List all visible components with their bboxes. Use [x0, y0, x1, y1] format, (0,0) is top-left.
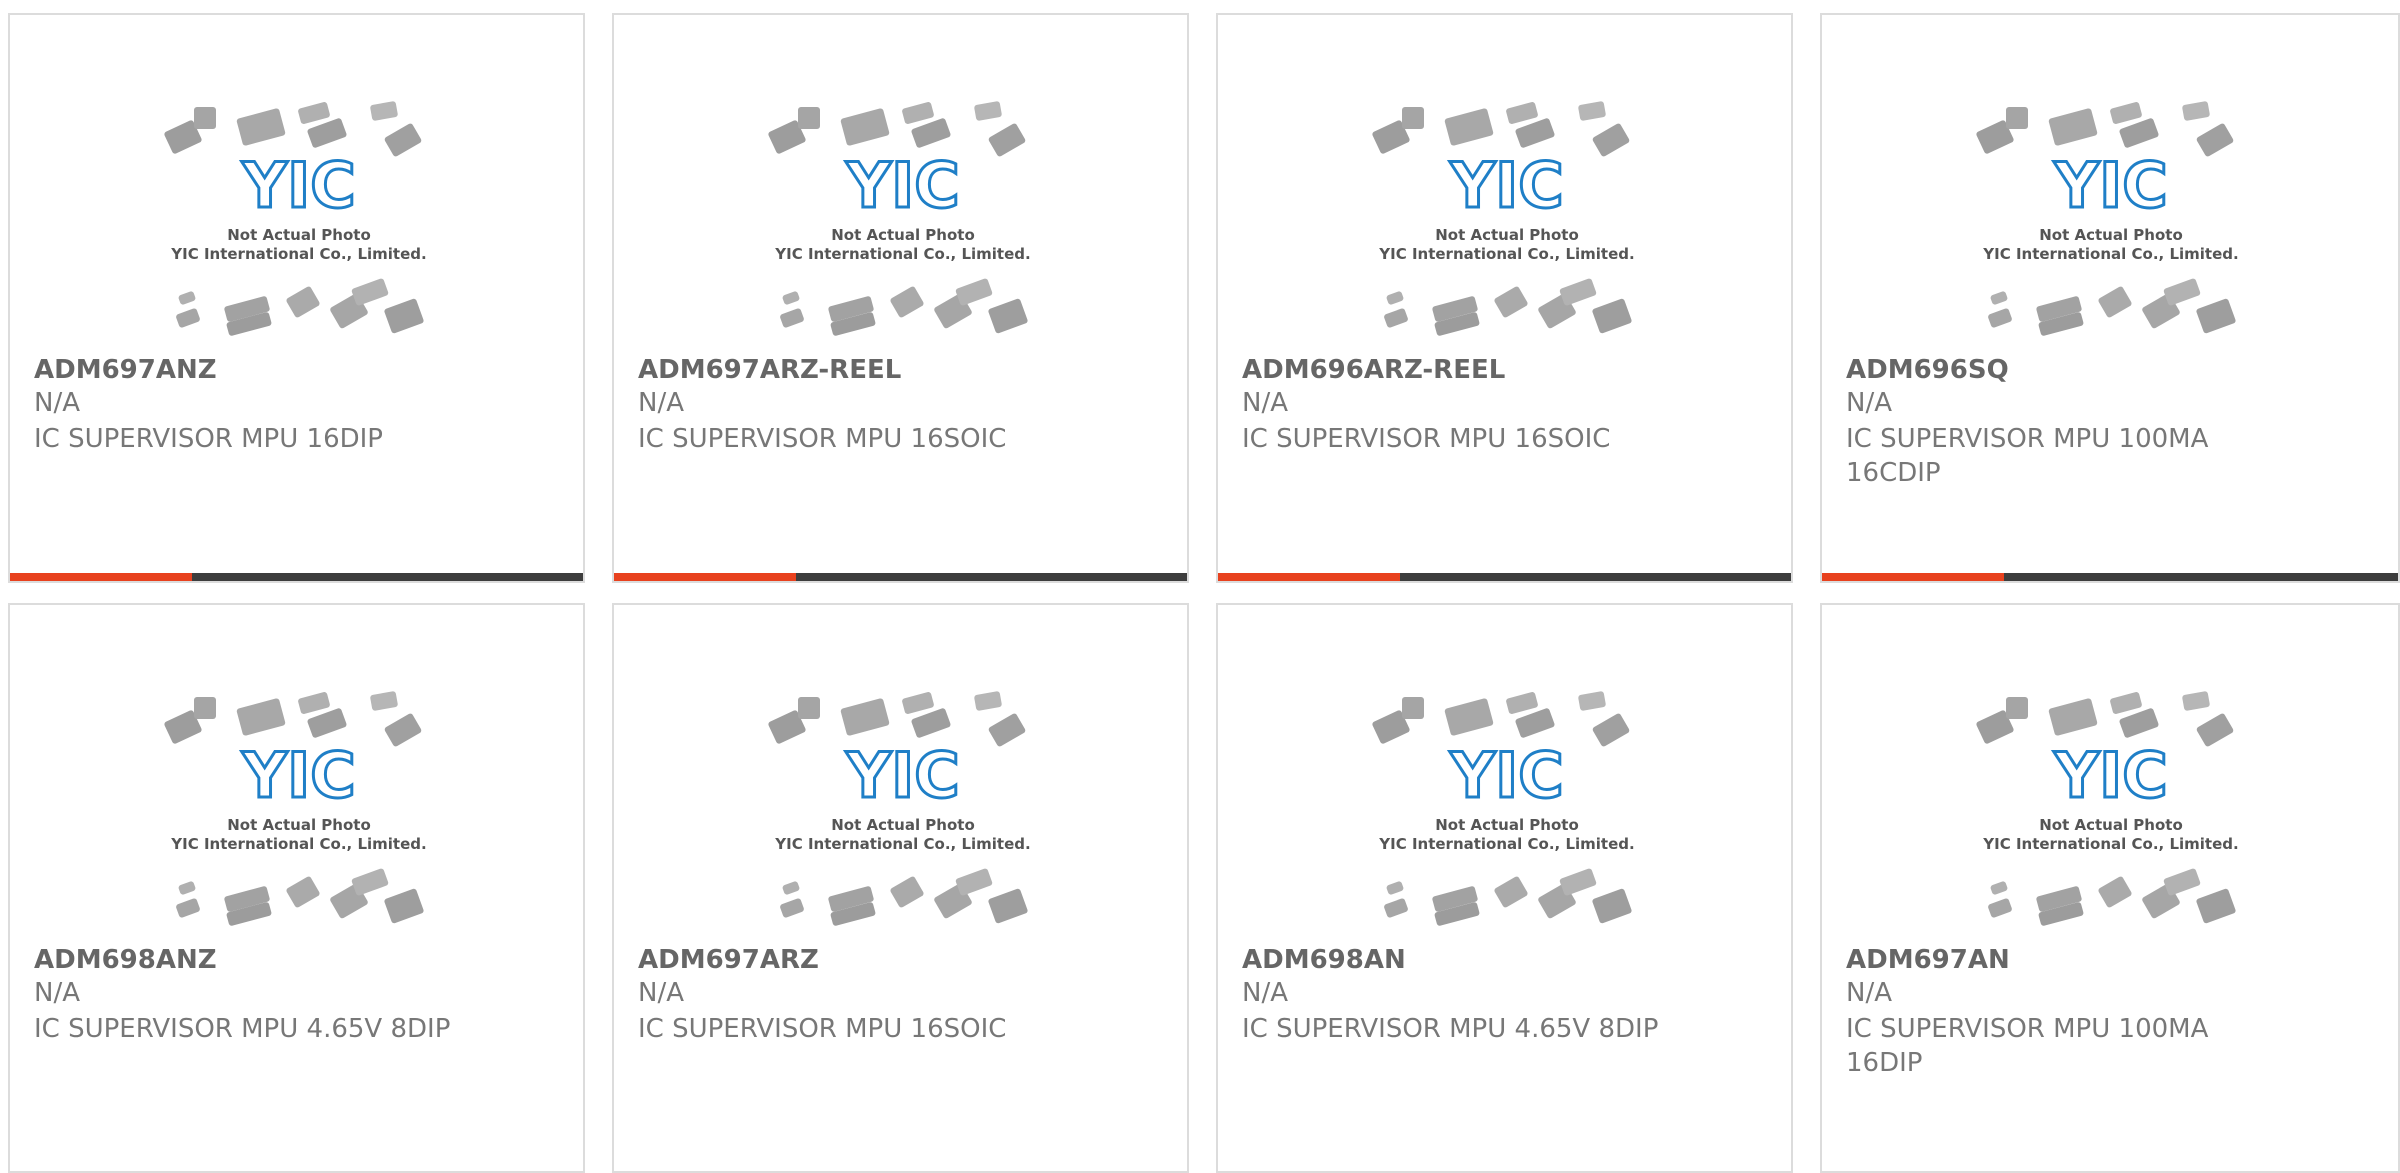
card-bar-accent: [1822, 573, 2004, 581]
part-number[interactable]: ADM697ARZ: [638, 945, 819, 975]
logo-text: YIC: [845, 739, 959, 812]
product-grid: YIC Not Actual Photo YIC International Co.…: [0, 0, 2400, 1173]
part-number[interactable]: ADM698ANZ: [34, 945, 217, 975]
description: IC SUPERVISOR MPU 100MA 16DIP: [1846, 1014, 2209, 1078]
placeholder-graphic: YIC Not Actual PhotoYIC International Co.…: [767, 101, 1030, 336]
placeholder-graphic: YIC Not Actual PhotoYIC International Co.…: [1371, 101, 1634, 336]
product-card[interactable]: YIC Not Actual Photo YIC International Co.…: [1820, 603, 2400, 1173]
logo-text: YIC: [1449, 739, 1563, 812]
caption-company: YIC International Co., Limited.: [774, 245, 1030, 263]
manufacturer: N/A: [34, 388, 80, 418]
product-card[interactable]: YIC Not Actual Photo YIC International Co.…: [1216, 603, 1793, 1173]
placeholder-graphic: YIC Not Actual PhotoYIC International Co.…: [163, 691, 426, 926]
logo-text: YIC: [845, 149, 959, 222]
product-image: YIC Not Actual Photo YIC International Co.…: [614, 95, 1187, 365]
logo-text: YIC: [2053, 149, 2167, 222]
card-bottom-bar: [10, 573, 583, 581]
product-card[interactable]: YIC Not Actual Photo YIC International Co.…: [612, 13, 1189, 583]
caption-not-actual-photo: Not Actual Photo: [227, 816, 371, 834]
caption-not-actual-photo: Not Actual Photo: [1435, 816, 1579, 834]
card-bottom-bar: [1218, 573, 1791, 581]
product-card[interactable]: YIC Not Actual Photo YIC International Co.…: [612, 603, 1189, 1173]
placeholder-graphic: YIC Not Actual PhotoYIC International Co.…: [1975, 101, 2238, 336]
placeholder-graphic: YIC Not Actual PhotoYIC International Co.…: [163, 101, 426, 336]
caption-not-actual-photo: Not Actual Photo: [2039, 226, 2183, 244]
caption-company: YIC International Co., Limited.: [1982, 835, 2238, 853]
product-card[interactable]: YIC Not Actual Photo YIC International Co.…: [8, 13, 585, 583]
logo-text: YIC: [241, 739, 355, 812]
product-image: YIC Not Actual Photo YIC International Co.…: [1218, 685, 1791, 955]
product-image: YIC Not Actual Photo YIC International Co.…: [614, 685, 1187, 955]
manufacturer: N/A: [638, 388, 684, 418]
product-card[interactable]: YIC Not Actual Photo YIC International Co.…: [1216, 13, 1793, 583]
card-bar-accent: [1218, 573, 1400, 581]
manufacturer: N/A: [1242, 978, 1288, 1008]
product-image: YIC Not Actual Photo YIC International Co.…: [10, 95, 583, 365]
manufacturer: N/A: [638, 978, 684, 1008]
caption-not-actual-photo: Not Actual Photo: [831, 226, 975, 244]
description: IC SUPERVISOR MPU 4.65V 8DIP: [1242, 1014, 1659, 1044]
part-number[interactable]: ADM697ANZ: [34, 355, 217, 385]
placeholder-graphic: YIC Not Actual PhotoYIC International Co.…: [1975, 691, 2238, 926]
product-image: YIC Not Actual Photo YIC International Co.…: [1218, 95, 1791, 365]
card-bottom-bar: [1822, 573, 2398, 581]
part-number[interactable]: ADM697ARZ-REEL: [638, 355, 901, 385]
description: IC SUPERVISOR MPU 100MA 16CDIP: [1846, 424, 2209, 488]
caption-company: YIC International Co., Limited.: [170, 835, 426, 853]
description: IC SUPERVISOR MPU 16DIP: [34, 424, 383, 454]
caption-company: YIC International Co., Limited.: [1378, 245, 1634, 263]
card-bottom-bar: [614, 573, 1187, 581]
product-image: YIC Not Actual Photo YIC International Co.…: [1822, 685, 2398, 955]
manufacturer: N/A: [1846, 388, 1892, 418]
caption-not-actual-photo: Not Actual Photo: [831, 816, 975, 834]
caption-company: YIC International Co., Limited.: [1982, 245, 2238, 263]
manufacturer: N/A: [1846, 978, 1892, 1008]
caption-not-actual-photo: Not Actual Photo: [2039, 816, 2183, 834]
product-card[interactable]: YIC Not Actual Photo YIC International Co.…: [1820, 13, 2400, 583]
logo-text: YIC: [2053, 739, 2167, 812]
card-bar-accent: [614, 573, 796, 581]
placeholder-graphic: YIC Not Actual PhotoYIC International Co.…: [767, 691, 1030, 926]
placeholder-graphic: YIC Not Actual PhotoYIC International Co.…: [1371, 691, 1634, 926]
caption-not-actual-photo: Not Actual Photo: [227, 226, 371, 244]
caption-not-actual-photo: Not Actual Photo: [1435, 226, 1579, 244]
product-image: YIC Not Actual Photo YIC International Co.…: [10, 685, 583, 955]
manufacturer: N/A: [34, 978, 80, 1008]
part-number[interactable]: ADM697AN: [1846, 945, 2010, 975]
product-card[interactable]: YIC Not Actual Photo YIC International Co.…: [8, 603, 585, 1173]
part-number[interactable]: ADM696SQ: [1846, 355, 2009, 385]
description: IC SUPERVISOR MPU 16SOIC: [638, 1014, 1007, 1044]
description: IC SUPERVISOR MPU 16SOIC: [1242, 424, 1611, 454]
part-number[interactable]: ADM696ARZ-REEL: [1242, 355, 1505, 385]
logo-text: YIC: [1449, 149, 1563, 222]
caption-company: YIC International Co., Limited.: [774, 835, 1030, 853]
logo-text: YIC: [241, 149, 355, 222]
caption-company: YIC International Co., Limited.: [170, 245, 426, 263]
card-bar-accent: [10, 573, 192, 581]
part-number[interactable]: ADM698AN: [1242, 945, 1406, 975]
description: IC SUPERVISOR MPU 4.65V 8DIP: [34, 1014, 451, 1044]
caption-company: YIC International Co., Limited.: [1378, 835, 1634, 853]
description: IC SUPERVISOR MPU 16SOIC: [638, 424, 1007, 454]
manufacturer: N/A: [1242, 388, 1288, 418]
product-image: YIC Not Actual Photo YIC International Co.…: [1822, 95, 2398, 365]
